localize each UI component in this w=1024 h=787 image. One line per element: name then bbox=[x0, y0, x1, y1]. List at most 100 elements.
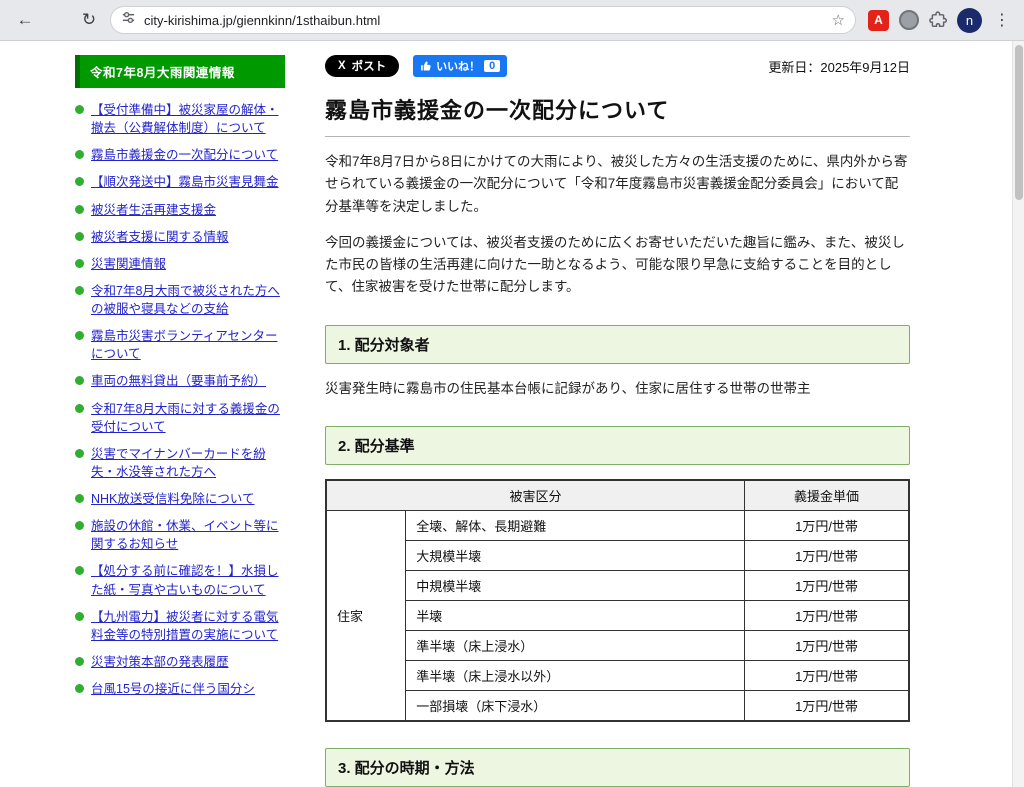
section-heading-3: 3. 配分の時期・方法 bbox=[325, 748, 910, 787]
thumbs-up-icon bbox=[420, 60, 432, 72]
like-label: いいね！ bbox=[436, 58, 480, 74]
sidebar-link[interactable]: 令和7年8月大雨に対する義援金の受付について bbox=[91, 400, 285, 436]
sidebar-link[interactable]: 台風15号の接近に伴う国分シ bbox=[91, 680, 255, 698]
sidebar-link[interactable]: 令和7年8月大雨で被災された方への被服や寝具などの支給 bbox=[91, 282, 285, 318]
page-scrollbar-thumb[interactable] bbox=[1015, 45, 1023, 200]
section-heading-1: 1. 配分対象者 bbox=[325, 325, 910, 364]
bullet-icon bbox=[75, 105, 84, 114]
sidebar-item: 被災者支援に関する情報 bbox=[75, 228, 285, 246]
distribution-table: 被害区分 義援金単価 住家 全壊、解体、長期避難 1万円/世帯 大規模半壊 1万… bbox=[325, 479, 910, 722]
address-bar[interactable]: city-kirishima.jp/giennkinn/1sthaibun.ht… bbox=[110, 6, 856, 34]
sidebar-item: 【九州電力】被災者に対する電気料金等の特別措置の実施について bbox=[75, 608, 285, 644]
sidebar-item: 【処分する前に確認を！】水損した紙・写真や古いものについて bbox=[75, 562, 285, 598]
sidebar-item: 霧島市災害ボランティアセンターについて bbox=[75, 327, 285, 363]
profile-avatar[interactable]: n bbox=[957, 8, 982, 33]
like-count: 0 bbox=[484, 60, 500, 72]
table-row: 中規模半壊 1万円/世帯 bbox=[326, 570, 909, 600]
sidebar-link[interactable]: 災害でマイナンバーカードを紛失・水没等された方へ bbox=[91, 445, 285, 481]
sidebar-item: 災害でマイナンバーカードを紛失・水没等された方へ bbox=[75, 445, 285, 481]
sidebar-item: NHK放送受信料免除について bbox=[75, 490, 285, 508]
bullet-icon bbox=[75, 150, 84, 159]
sidebar-item: 災害関連情報 bbox=[75, 255, 285, 273]
sidebar-item: 台風15号の接近に伴う国分シ bbox=[75, 680, 285, 698]
sidebar-link[interactable]: 車両の無料貸出（要事前予約） bbox=[91, 372, 266, 390]
sidebar-link[interactable]: 【受付準備中】被災家屋の解体・撤去（公費解体制度）について bbox=[91, 101, 285, 137]
x-logo-icon: X bbox=[338, 60, 346, 72]
sidebar: 令和7年8月大雨関連情報 【受付準備中】被災家屋の解体・撤去（公費解体制度）につ… bbox=[75, 55, 285, 787]
extension-circle-icon[interactable] bbox=[899, 10, 919, 30]
sidebar-item: 令和7年8月大雨で被災された方への被服や寝具などの支給 bbox=[75, 282, 285, 318]
bullet-icon bbox=[75, 684, 84, 693]
bullet-icon bbox=[75, 331, 84, 340]
sidebar-link[interactable]: 霧島市災害ボランティアセンターについて bbox=[91, 327, 285, 363]
sidebar-item: 【順次発送中】霧島市災害見舞金 bbox=[75, 173, 285, 191]
header-damage-category: 被害区分 bbox=[326, 480, 745, 511]
extensions-puzzle-icon[interactable] bbox=[929, 11, 947, 29]
pdf-extension-icon[interactable]: A bbox=[868, 10, 889, 31]
sidebar-link[interactable]: 【順次発送中】霧島市災害見舞金 bbox=[91, 173, 279, 191]
bookmark-star-icon[interactable]: ☆ bbox=[832, 11, 845, 29]
x-post-button[interactable]: X ポスト bbox=[325, 55, 399, 77]
damage-cell: 中規模半壊 bbox=[406, 570, 745, 600]
price-cell: 1万円/世帯 bbox=[745, 660, 909, 690]
sidebar-link[interactable]: 災害対策本部の発表履歴 bbox=[91, 653, 229, 671]
damage-cell: 全壊、解体、長期避難 bbox=[406, 510, 745, 540]
bullet-icon bbox=[75, 232, 84, 241]
page-scrollbar-track[interactable] bbox=[1012, 41, 1024, 787]
damage-cell: 準半壊（床上浸水以外） bbox=[406, 660, 745, 690]
page-title: 霧島市義援金の一次配分について bbox=[325, 93, 910, 137]
bullet-icon bbox=[75, 521, 84, 530]
sidebar-link[interactable]: 災害関連情報 bbox=[91, 255, 166, 273]
header-price: 義援金単価 bbox=[745, 480, 909, 511]
back-icon[interactable]: ← bbox=[12, 7, 38, 33]
site-info-icon[interactable] bbox=[121, 10, 136, 30]
sidebar-link[interactable]: 霧島市義援金の一次配分について bbox=[91, 146, 278, 164]
table-row: 大規模半壊 1万円/世帯 bbox=[326, 540, 909, 570]
price-cell: 1万円/世帯 bbox=[745, 690, 909, 721]
table-row: 住家 全壊、解体、長期避難 1万円/世帯 bbox=[326, 510, 909, 540]
sidebar-link[interactable]: 被災者生活再建支援金 bbox=[91, 201, 216, 219]
sidebar-item: 【受付準備中】被災家屋の解体・撤去（公費解体制度）について bbox=[75, 101, 285, 137]
section-body-1: 災害発生時に霧島市の住民基本台帳に記録があり、住家に居住する世帯の世帯主 bbox=[325, 378, 910, 400]
bullet-icon bbox=[75, 494, 84, 503]
browser-toolbar: ← ↻ city-kirishima.jp/giennkinn/1sthaibu… bbox=[0, 0, 1024, 41]
article: X ポスト いいね！ 0 更新日：2025年9月12日 霧島市義援金の一次配分に… bbox=[325, 55, 910, 787]
intro-paragraph: 令和7年8月7日から8日にかけての大雨により、被災した方々の生活支援のために、県… bbox=[325, 151, 910, 218]
sidebar-link[interactable]: 施設の休館・休業、イベント等に関するお知らせ bbox=[91, 517, 285, 553]
reload-icon[interactable]: ↻ bbox=[76, 7, 102, 33]
url-text[interactable]: city-kirishima.jp/giennkinn/1sthaibun.ht… bbox=[144, 13, 824, 28]
sidebar-link[interactable]: 被災者支援に関する情報 bbox=[91, 228, 229, 246]
sidebar-item: 令和7年8月大雨に対する義援金の受付について bbox=[75, 400, 285, 436]
bullet-icon bbox=[75, 286, 84, 295]
price-cell: 1万円/世帯 bbox=[745, 630, 909, 660]
sidebar-link[interactable]: NHK放送受信料免除について bbox=[91, 490, 255, 508]
damage-cell: 一部損壊（床下浸水） bbox=[406, 690, 745, 721]
table-row: 準半壊（床上浸水） 1万円/世帯 bbox=[326, 630, 909, 660]
bullet-icon bbox=[75, 404, 84, 413]
damage-cell: 大規模半壊 bbox=[406, 540, 745, 570]
table-row: 準半壊（床上浸水以外） 1万円/世帯 bbox=[326, 660, 909, 690]
toolbar-right-icons: A n ⋮ bbox=[868, 8, 1012, 33]
sidebar-nav: 【受付準備中】被災家屋の解体・撤去（公費解体制度）について 霧島市義援金の一次配… bbox=[75, 101, 285, 698]
damage-cell: 準半壊（床上浸水） bbox=[406, 630, 745, 660]
bullet-icon bbox=[75, 177, 84, 186]
bullet-icon bbox=[75, 657, 84, 666]
bullet-icon bbox=[75, 259, 84, 268]
page-content: 令和7年8月大雨関連情報 【受付準備中】被災家屋の解体・撤去（公費解体制度）につ… bbox=[0, 41, 1024, 787]
intro-paragraph: 今回の義援金については、被災者支援のために広くお寄せいただいた趣旨に鑑み、また、… bbox=[325, 232, 910, 299]
facebook-like-button[interactable]: いいね！ 0 bbox=[413, 55, 507, 77]
table-row: 一部損壊（床下浸水） 1万円/世帯 bbox=[326, 690, 909, 721]
updated-date: 更新日：2025年9月12日 bbox=[768, 57, 910, 76]
sidebar-item: 被災者生活再建支援金 bbox=[75, 201, 285, 219]
price-cell: 1万円/世帯 bbox=[745, 570, 909, 600]
sidebar-link[interactable]: 【九州電力】被災者に対する電気料金等の特別措置の実施について bbox=[91, 608, 285, 644]
damage-cell: 半壊 bbox=[406, 600, 745, 630]
price-cell: 1万円/世帯 bbox=[745, 600, 909, 630]
bullet-icon bbox=[75, 205, 84, 214]
browser-menu-icon[interactable]: ⋮ bbox=[992, 10, 1012, 30]
bullet-icon bbox=[75, 449, 84, 458]
price-cell: 1万円/世帯 bbox=[745, 540, 909, 570]
sidebar-item: 霧島市義援金の一次配分について bbox=[75, 146, 285, 164]
article-meta-row: X ポスト いいね！ 0 更新日：2025年9月12日 bbox=[325, 55, 910, 77]
sidebar-link[interactable]: 【処分する前に確認を！】水損した紙・写真や古いものについて bbox=[91, 562, 285, 598]
